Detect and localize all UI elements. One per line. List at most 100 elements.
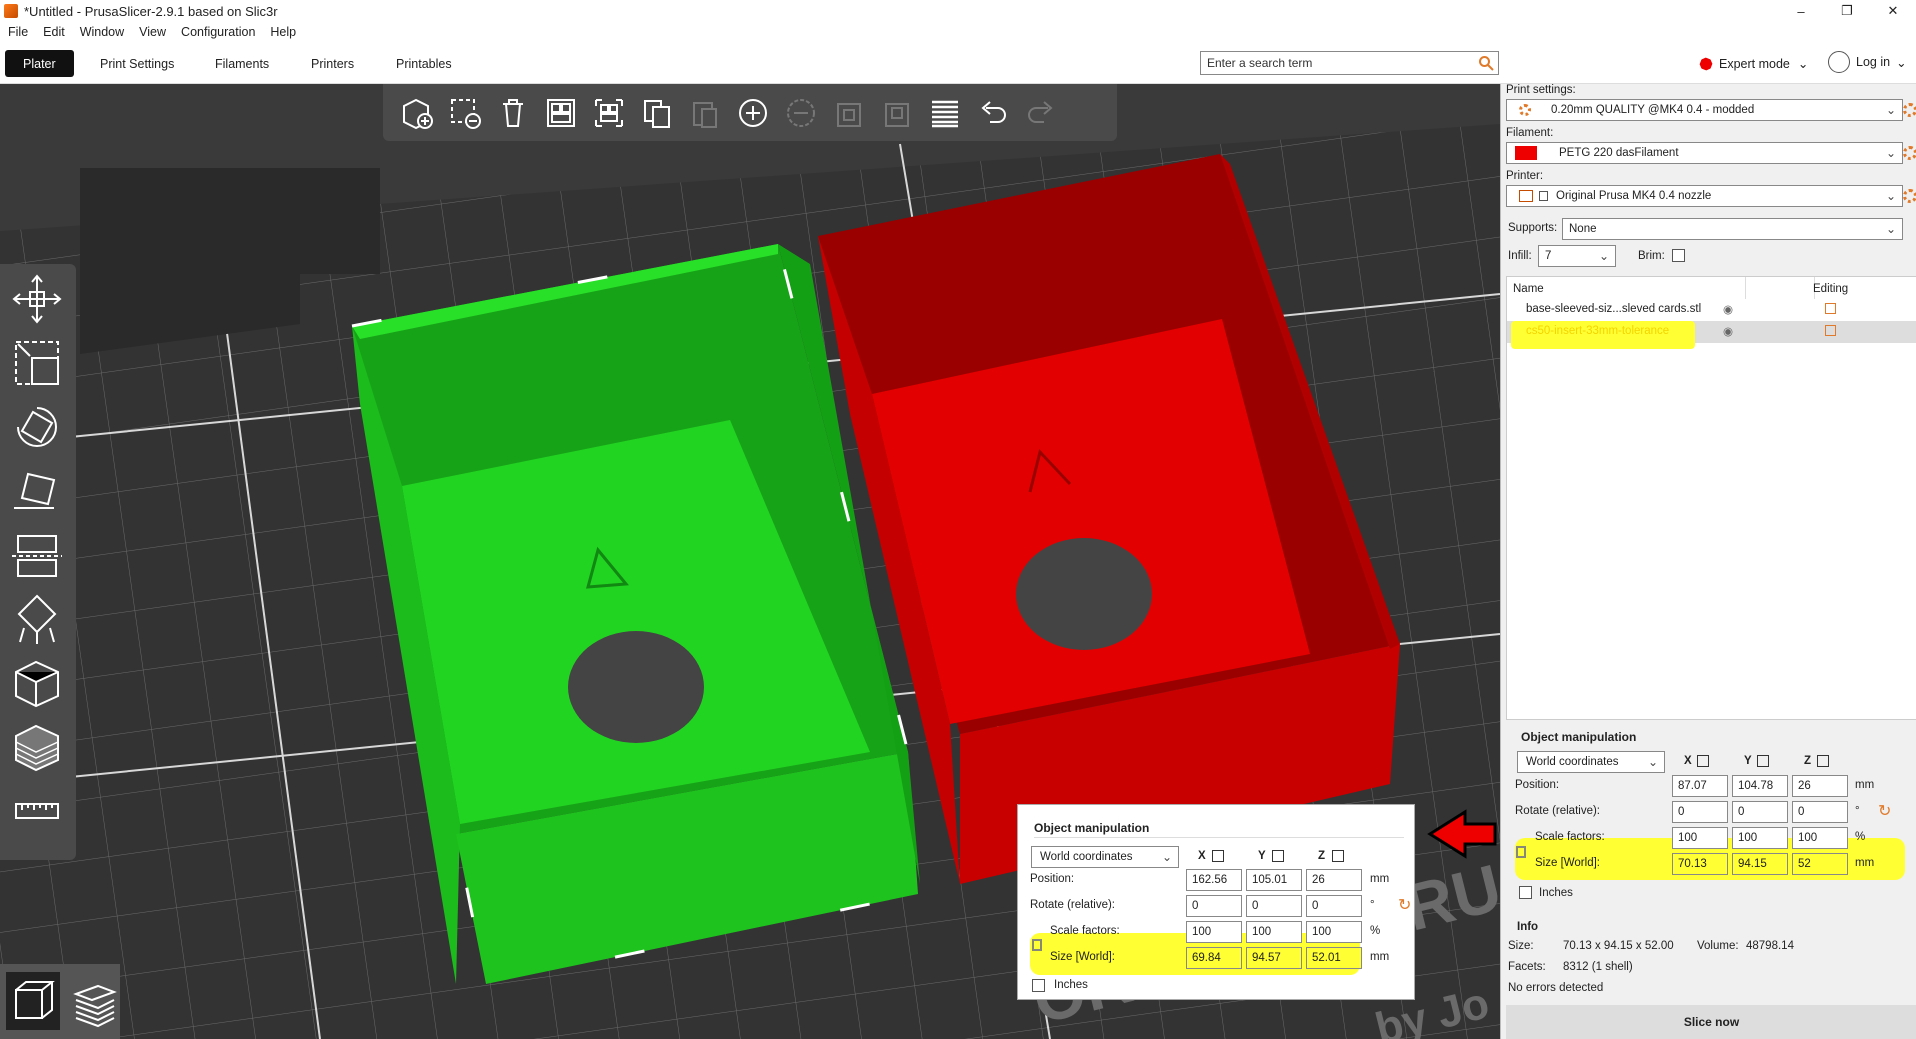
printer-label: Printer: <box>1506 170 1544 182</box>
rotate-y-field[interactable]: 0 <box>1246 895 1302 917</box>
scale-x-field[interactable]: 100 <box>1186 921 1242 943</box>
menu-configuration[interactable]: Configuration <box>181 25 255 39</box>
minimize-button[interactable]: – <box>1778 0 1824 22</box>
drop-to-bed-x-icon[interactable] <box>1212 850 1224 862</box>
cut-tool-icon[interactable] <box>10 528 64 582</box>
rotate-y-field[interactable]: 0 <box>1732 801 1788 823</box>
printer-select[interactable]: Original Prusa MK4 0.4 nozzle ⌄ <box>1506 185 1903 207</box>
place-on-face-icon[interactable] <box>10 464 64 518</box>
coord-value: World coordinates <box>1526 756 1619 768</box>
maximize-button[interactable]: ❐ <box>1824 0 1870 22</box>
search-icon[interactable] <box>1478 55 1494 71</box>
floating-coord-select[interactable]: World coordinates ⌄ <box>1031 846 1179 868</box>
menu-file[interactable]: File <box>8 25 28 39</box>
size-x-field[interactable]: 69.84 <box>1186 947 1242 969</box>
gear-icon[interactable] <box>1903 103 1916 117</box>
rotate-z-field[interactable]: 0 <box>1306 895 1362 917</box>
position-z-field[interactable]: 26 <box>1306 869 1362 891</box>
brim-checkbox[interactable] <box>1672 249 1685 262</box>
supports-paint-icon[interactable] <box>10 592 64 646</box>
print-settings-select[interactable]: 0.20mm QUALITY @MK4 0.4 - modded ⌄ <box>1506 99 1903 121</box>
axis-y-label: Y <box>1744 755 1752 767</box>
mmu-paint-icon[interactable] <box>10 720 64 774</box>
size-x-field[interactable]: 70.13 <box>1672 853 1728 875</box>
size-z-field[interactable]: 52 <box>1792 853 1848 875</box>
menu-edit[interactable]: Edit <box>43 25 65 39</box>
undo-icon[interactable] <box>969 91 1017 135</box>
arrange-icon[interactable] <box>537 91 585 135</box>
measure-tool-icon[interactable] <box>10 784 64 838</box>
list-item[interactable]: base-sleeved-siz...sleved cards.stl ◉ <box>1507 299 1916 321</box>
scale-z-field[interactable]: 100 <box>1792 827 1848 849</box>
gear-icon[interactable] <box>1903 189 1916 203</box>
arrange-selection-icon[interactable] <box>585 91 633 135</box>
gear-icon[interactable] <box>1903 146 1916 160</box>
search-input[interactable]: Enter a search term <box>1200 51 1499 75</box>
lock-icon[interactable] <box>1516 846 1526 858</box>
inches-checkbox[interactable] <box>1519 886 1532 899</box>
tab-printables[interactable]: Printables <box>378 50 470 77</box>
add-object-icon[interactable] <box>393 91 441 135</box>
menu-help[interactable]: Help <box>270 25 296 39</box>
preview-layers-icon[interactable] <box>70 976 120 1028</box>
menu-view[interactable]: View <box>139 25 166 39</box>
edit-settings-icon[interactable] <box>1825 303 1836 314</box>
menu-window[interactable]: Window <box>80 25 124 39</box>
print-settings-icon <box>1519 104 1531 116</box>
lock-icon[interactable] <box>1032 939 1042 951</box>
tab-print-settings[interactable]: Print Settings <box>82 50 192 77</box>
drop-to-bed-x-icon[interactable] <box>1697 755 1709 767</box>
tab-filaments[interactable]: Filaments <box>197 50 287 77</box>
size-z-field[interactable]: 52.01 <box>1306 947 1362 969</box>
rotate-z-field[interactable]: 0 <box>1792 801 1848 823</box>
rotate-x-field[interactable]: 0 <box>1672 801 1728 823</box>
reset-rotation-icon[interactable]: ↻ <box>1878 801 1891 821</box>
coord-select[interactable]: World coordinates ⌄ <box>1517 751 1665 773</box>
filament-select[interactable]: PETG 220 dasFilament ⌄ <box>1506 142 1903 164</box>
3d-viewport[interactable]: ORIGINAL PRUSA M by Jo <box>0 84 1500 1039</box>
scale-y-field[interactable]: 100 <box>1246 921 1302 943</box>
infill-select[interactable]: 7 ⌄ <box>1538 245 1616 267</box>
scale-tool-icon[interactable] <box>10 336 64 390</box>
edit-settings-icon[interactable] <box>1825 325 1836 336</box>
tab-plater[interactable]: Plater <box>5 50 74 77</box>
3d-view-icon[interactable] <box>6 972 60 1030</box>
eye-icon[interactable]: ◉ <box>1723 324 1733 338</box>
inches-checkbox[interactable] <box>1032 979 1045 992</box>
size-y-field[interactable]: 94.57 <box>1246 947 1302 969</box>
drop-to-bed-z-icon[interactable] <box>1332 850 1344 862</box>
tab-printers[interactable]: Printers <box>293 50 372 77</box>
rotate-x-field[interactable]: 0 <box>1186 895 1242 917</box>
reset-rotation-icon[interactable]: ↻ <box>1398 895 1411 915</box>
delete-object-icon[interactable] <box>441 91 489 135</box>
delete-all-icon[interactable] <box>489 91 537 135</box>
eye-icon[interactable]: ◉ <box>1723 302 1733 316</box>
object-name: base-sleeved-siz...sleved cards.stl <box>1526 303 1702 315</box>
size-y-field[interactable]: 94.15 <box>1732 853 1788 875</box>
position-y-field[interactable]: 104.78 <box>1732 775 1788 797</box>
position-z-field[interactable]: 26 <box>1792 775 1848 797</box>
seam-paint-icon[interactable] <box>10 656 64 710</box>
variable-layer-height-icon[interactable] <box>921 91 969 135</box>
login-button[interactable]: Log in ⌄ <box>1828 51 1907 73</box>
move-tool-icon[interactable] <box>10 272 64 326</box>
position-x-field[interactable]: 162.56 <box>1186 869 1242 891</box>
drop-to-bed-y-icon[interactable] <box>1272 850 1284 862</box>
list-item-selected[interactable]: cs50-insert-33mm-tolerance ◉ <box>1507 321 1916 349</box>
redo-icon <box>1017 91 1065 135</box>
mode-selector[interactable]: Expert mode ⌄ <box>1700 56 1808 71</box>
scale-x-field[interactable]: 100 <box>1672 827 1728 849</box>
scale-z-field[interactable]: 100 <box>1306 921 1362 943</box>
supports-select[interactable]: None ⌄ <box>1562 218 1903 240</box>
slice-now-button[interactable]: Slice now <box>1506 1005 1916 1039</box>
rotate-tool-icon[interactable] <box>10 400 64 454</box>
position-x-field[interactable]: 87.07 <box>1672 775 1728 797</box>
scale-y-field[interactable]: 100 <box>1732 827 1788 849</box>
close-button[interactable]: ✕ <box>1870 0 1916 22</box>
drop-to-bed-y-icon[interactable] <box>1757 755 1769 767</box>
add-instance-icon[interactable] <box>729 91 777 135</box>
drop-to-bed-z-icon[interactable] <box>1817 755 1829 767</box>
copy-icon[interactable] <box>633 91 681 135</box>
position-y-field[interactable]: 105.01 <box>1246 869 1302 891</box>
login-label: Log in <box>1856 55 1891 69</box>
